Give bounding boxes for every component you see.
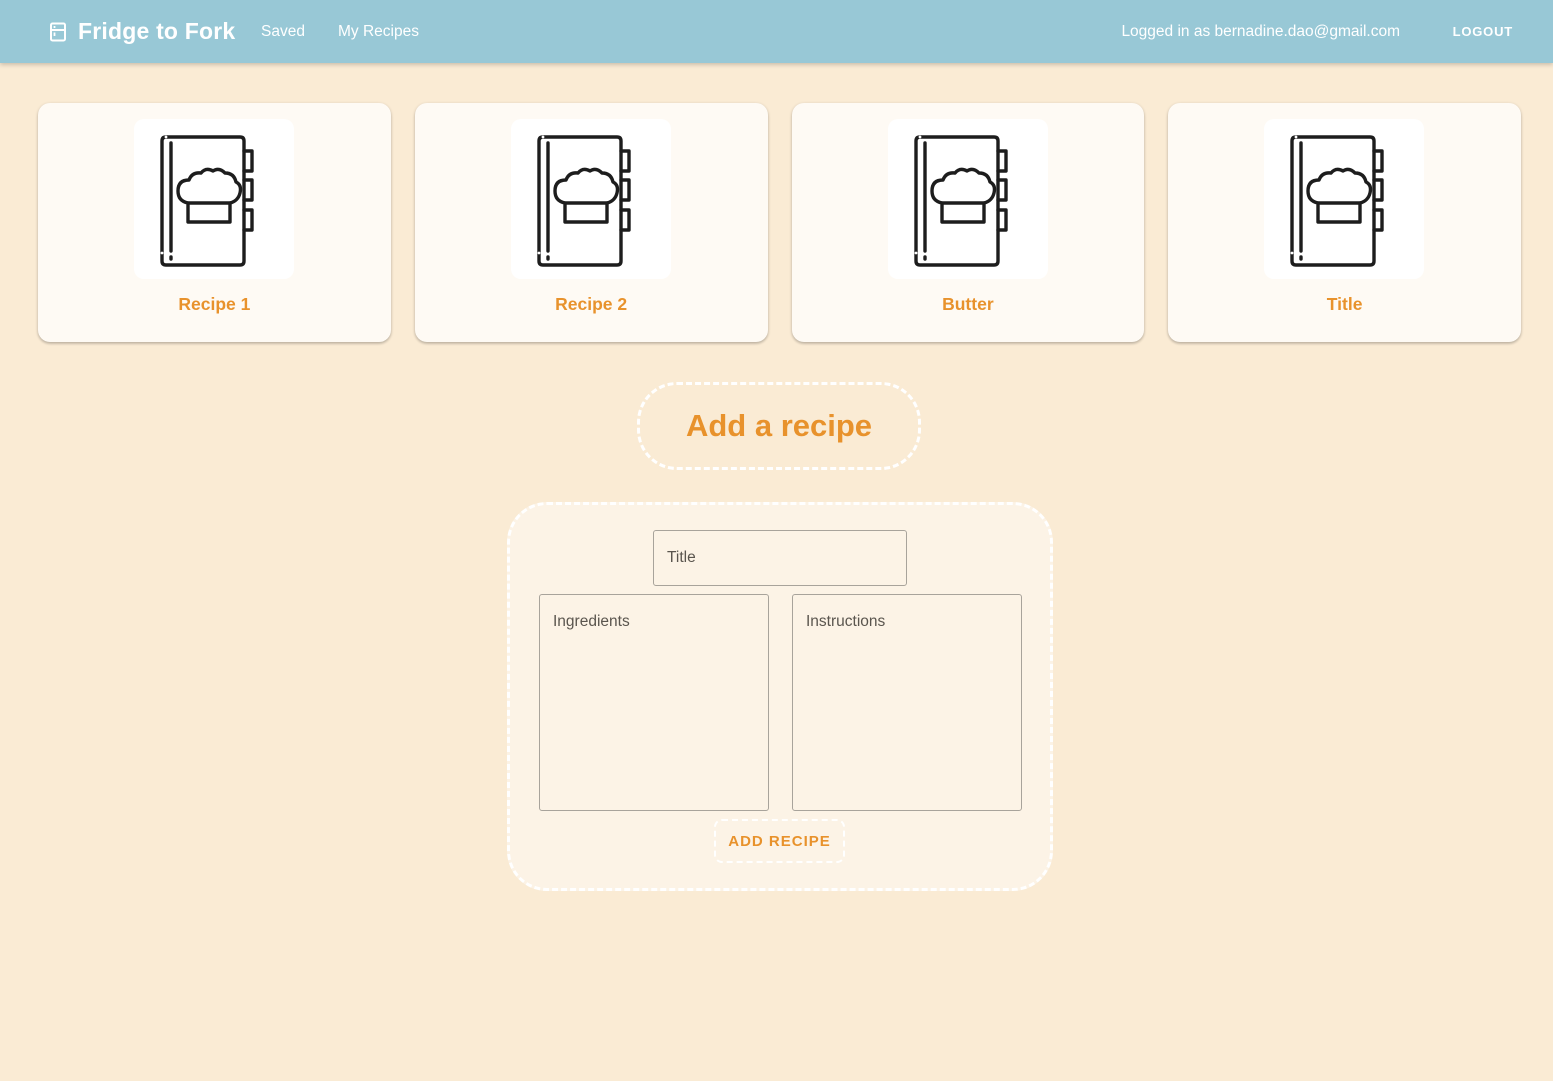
nav-link-my-recipes[interactable]: My Recipes (338, 0, 419, 63)
add-recipe-heading-text: Add a recipe (685, 408, 873, 443)
brand-link[interactable]: Fridge to Fork (48, 0, 235, 63)
fridge-icon (48, 22, 68, 42)
app-title: Fridge to Fork (78, 18, 236, 44)
recipe-card[interactable]: Title (1168, 103, 1521, 342)
add-recipe-button[interactable]: ADD RECIPE (714, 819, 845, 863)
recipe-card[interactable]: Recipe 2 (414, 103, 768, 342)
recipe-card-grid: Recipe 1 Recipe 2 Butter Title (38, 103, 1521, 342)
recipe-book-chef-hat-icon (510, 119, 671, 279)
recipe-card[interactable]: Recipe 1 (38, 103, 391, 342)
nav-link-saved[interactable]: Saved (261, 0, 305, 63)
recipe-book-chef-hat-icon (887, 119, 1048, 279)
recipe-card-title: Recipe 1 (178, 294, 251, 314)
logged-in-status: Logged in as bernadine.dao@gmail.com (1121, 23, 1400, 40)
top-navbar: Fridge to Fork Saved My Recipes Logged i… (0, 0, 1553, 63)
recipe-card-title: Recipe 2 (555, 294, 628, 314)
recipe-card-title: Title (1326, 294, 1363, 314)
logout-button[interactable]: LOGOUT (1453, 0, 1513, 63)
instructions-textarea[interactable] (792, 594, 1022, 811)
recipe-card[interactable]: Butter (791, 103, 1145, 342)
recipe-title-input[interactable] (653, 530, 907, 586)
recipe-book-chef-hat-icon (1264, 119, 1425, 279)
ingredients-textarea[interactable] (539, 594, 769, 811)
recipe-card-title: Butter (942, 294, 994, 314)
recipe-book-chef-hat-icon (134, 119, 294, 279)
add-recipe-form: ADD RECIPE (507, 502, 1053, 891)
add-recipe-heading: Add a recipe (637, 382, 921, 470)
